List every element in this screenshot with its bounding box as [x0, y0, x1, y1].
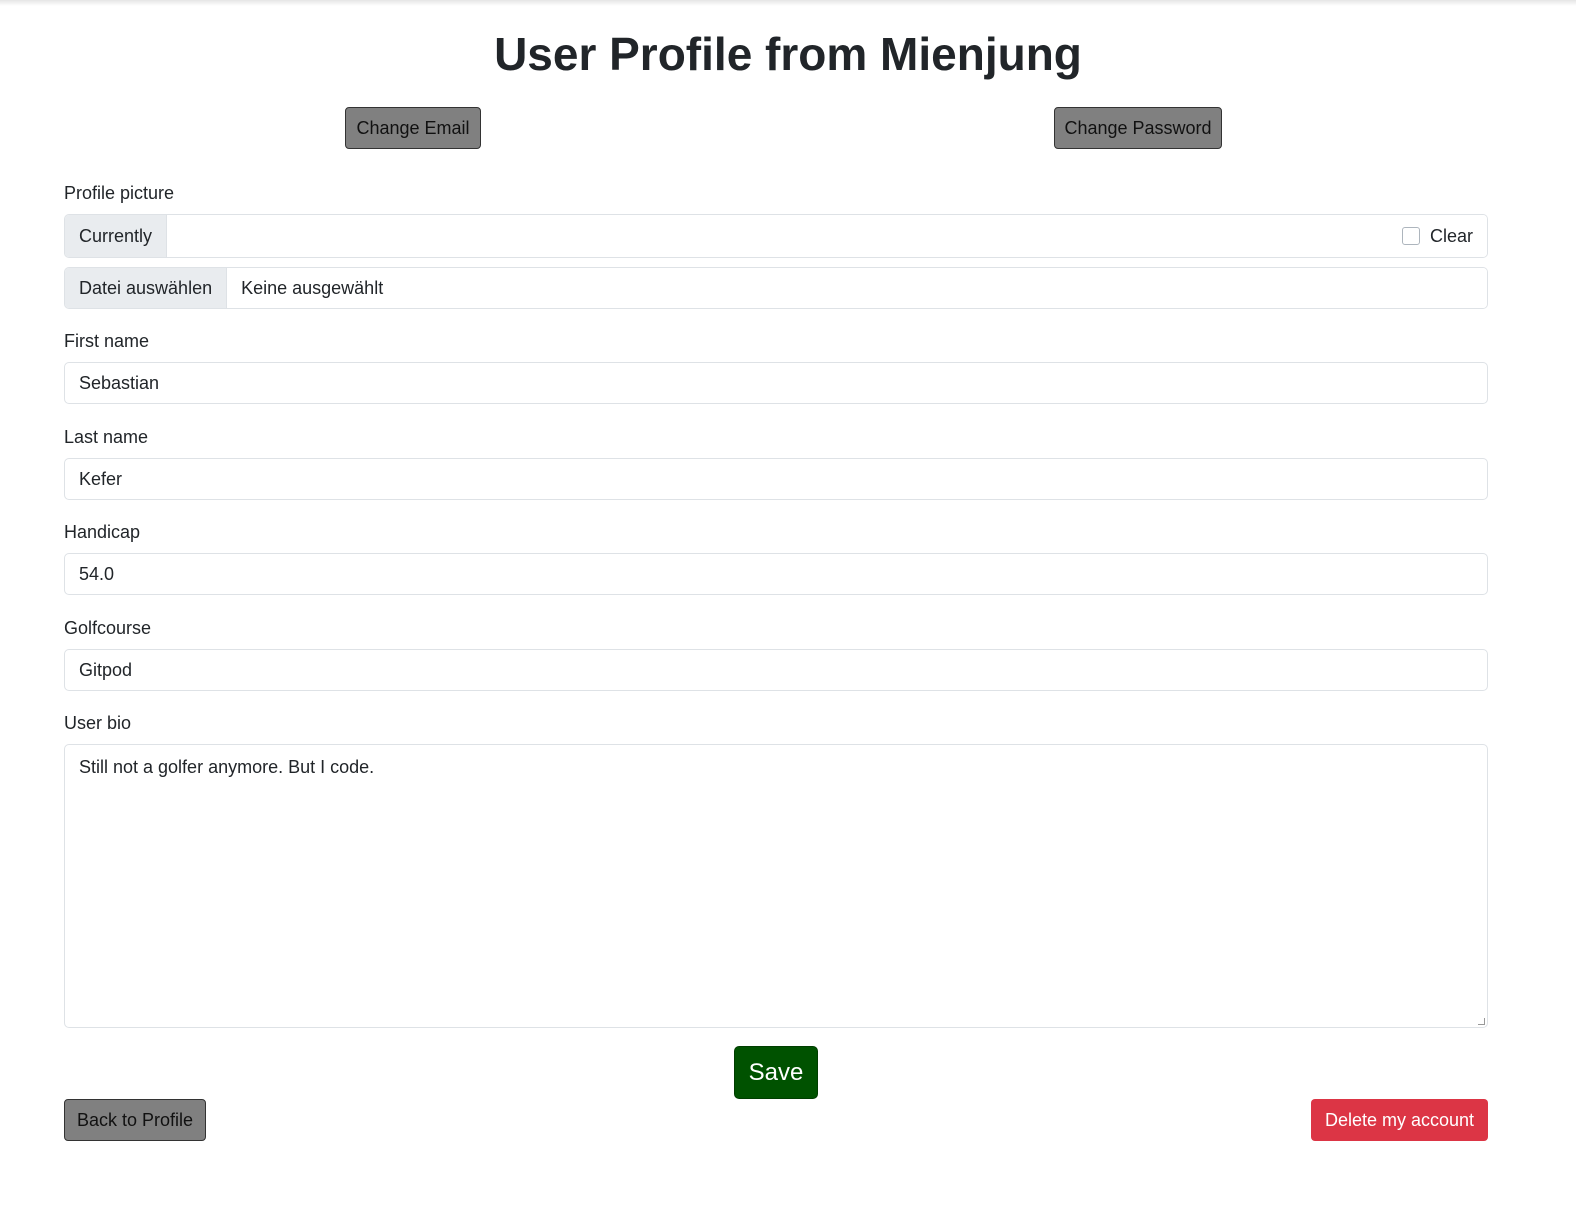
user-bio-textarea[interactable]: Still not a golfer anymore. But I code. — [64, 744, 1488, 1028]
delete-account-button[interactable]: Delete my account — [1311, 1099, 1488, 1141]
file-status: Keine ausgewählt — [227, 268, 1487, 308]
profile-page: User Profile from Mienjung Change Email … — [0, 0, 1576, 1227]
first-name-input[interactable]: Sebastian — [64, 362, 1488, 404]
choose-file-button[interactable]: Datei auswählen — [65, 268, 228, 308]
profile-picture-current-group: Currently Clear — [64, 214, 1488, 258]
golfcourse-input[interactable]: Gitpod — [64, 649, 1488, 691]
clear-picture-control[interactable]: Clear — [1401, 226, 1473, 247]
last-name-input[interactable]: Kefer — [64, 458, 1488, 500]
user-bio-text: Still not a golfer anymore. But I code. — [79, 757, 375, 777]
back-to-profile-button[interactable]: Back to Profile — [64, 1099, 206, 1141]
user-bio-label: User bio — [64, 713, 132, 733]
currently-addon: Currently — [65, 215, 168, 257]
current-picture-field: Clear — [167, 215, 1487, 257]
first-name-label: First name — [64, 331, 150, 351]
clear-checkbox[interactable] — [1401, 227, 1420, 245]
save-button[interactable]: Save — [734, 1046, 818, 1099]
handicap-input[interactable]: 54.0 — [64, 553, 1488, 595]
profile-picture-label: Profile picture — [64, 183, 175, 203]
golfcourse-label: Golfcourse — [64, 618, 152, 638]
change-email-button[interactable]: Change Email — [345, 107, 481, 149]
handicap-label: Handicap — [64, 522, 141, 542]
top-shadow — [0, 0, 1576, 6]
change-password-button[interactable]: Change Password — [1054, 107, 1222, 149]
page-title: User Profile from Mienjung — [494, 28, 1082, 80]
file-input[interactable]: Datei auswählen Keine ausgewählt — [64, 267, 1488, 309]
clear-label[interactable]: Clear — [1430, 226, 1473, 247]
last-name-label: Last name — [64, 427, 149, 447]
resize-handle-icon[interactable] — [1478, 1018, 1485, 1025]
